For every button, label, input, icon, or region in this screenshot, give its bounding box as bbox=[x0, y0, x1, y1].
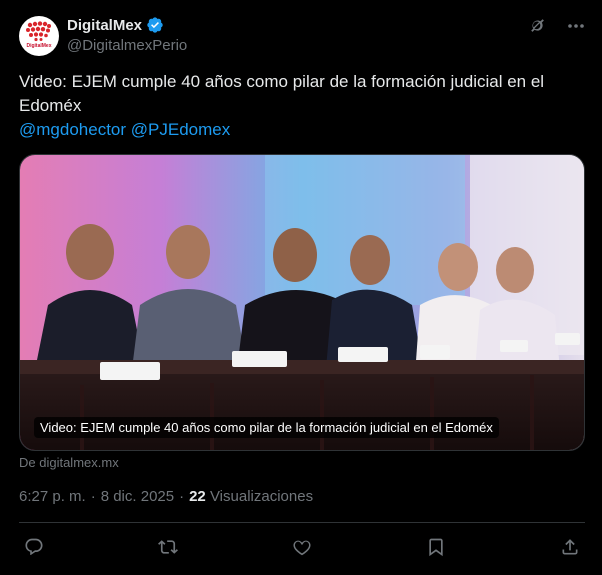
media-card[interactable]: Video: EJEM cumple 40 años como pilar de… bbox=[19, 154, 585, 451]
avatar[interactable]: DigitalMex bbox=[19, 16, 59, 56]
author-display-name[interactable]: DigitalMex bbox=[67, 17, 142, 34]
divider bbox=[19, 522, 585, 523]
mention-link[interactable]: @PJEdomex bbox=[131, 120, 230, 139]
media-photo bbox=[20, 155, 584, 450]
bookmark-icon[interactable] bbox=[426, 537, 446, 557]
tweet-text: Video: EJEM cumple 40 años como pilar de… bbox=[19, 72, 545, 115]
tweet-meta: 6:27 p. m. · 8 dic. 2025 · 22 Visualizac… bbox=[19, 488, 313, 505]
meta-separator: · bbox=[90, 488, 96, 505]
views-count: 22 bbox=[189, 488, 206, 505]
action-bar bbox=[24, 537, 580, 557]
avatar-logo-text: DigitalMex bbox=[26, 43, 52, 49]
media-caption: Video: EJEM cumple 40 años como pilar de… bbox=[34, 417, 499, 438]
meta-separator: · bbox=[179, 488, 185, 505]
repost-icon[interactable] bbox=[158, 537, 178, 557]
share-icon[interactable] bbox=[560, 537, 580, 557]
tweet-date[interactable]: 8 dic. 2025 bbox=[101, 488, 174, 505]
media-source[interactable]: De digitalmex.mx bbox=[19, 455, 119, 470]
reply-icon[interactable] bbox=[24, 537, 44, 557]
tweet: DigitalMex DigitalMex @DigitalmexPerio V… bbox=[0, 0, 602, 575]
more-options-icon[interactable] bbox=[566, 16, 586, 36]
top-actions bbox=[528, 16, 586, 36]
grok-icon[interactable] bbox=[528, 16, 548, 36]
author-handle[interactable]: @DigitalmexPerio bbox=[67, 37, 187, 54]
digitalmex-logo bbox=[26, 21, 51, 42]
mention-link[interactable]: @mgdohector bbox=[19, 120, 126, 139]
verified-badge-icon bbox=[147, 17, 163, 33]
tweet-mentions: @mgdohector @PJEdomex bbox=[19, 118, 230, 142]
like-icon[interactable] bbox=[292, 537, 312, 557]
author-name-row: DigitalMex bbox=[67, 16, 164, 34]
tweet-time[interactable]: 6:27 p. m. bbox=[19, 488, 86, 505]
views-label: Visualizaciones bbox=[209, 488, 314, 505]
